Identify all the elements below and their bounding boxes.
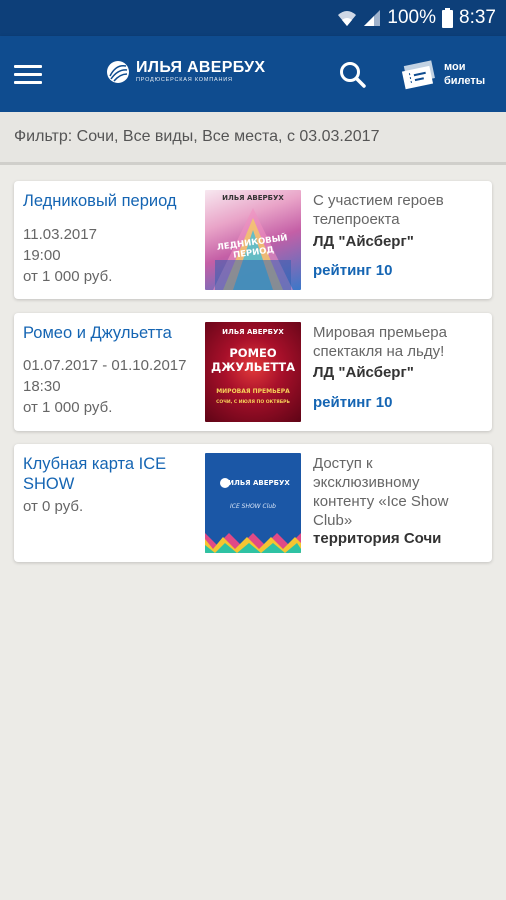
tickets-label-line1: мои xyxy=(444,61,466,74)
poster-brand: ИЛЬЯ АВЕРБУХ xyxy=(222,194,284,202)
wifi-icon xyxy=(337,9,357,27)
battery-icon xyxy=(442,8,454,28)
poster-brand: ИЛЬЯ АВЕРБУХ xyxy=(222,328,284,336)
poster-brand: ИЛЬЯ АВЕРБУХ xyxy=(228,479,290,487)
event-rating: рейтинг 10 xyxy=(313,394,393,411)
event-venue: ЛД "Айсберг" xyxy=(313,233,414,250)
my-tickets-button[interactable]: мои билеты xyxy=(400,52,496,98)
event-price: от 1 000 руб. xyxy=(23,399,113,416)
app-bar: ИЛЬЯ АВЕРБУХ ПРОДЮСЕРСКАЯ КОМПАНИЯ мои б… xyxy=(0,36,506,112)
event-poster-ice-age: ИЛЬЯ АВЕРБУХ ЛЕДНИКОВЫЙ ПЕРИОД xyxy=(205,190,301,290)
event-date: 01.07.2017 - 01.10.2017 xyxy=(23,357,187,374)
logo-name: ИЛЬЯ АВЕРБУХ xyxy=(136,59,266,77)
event-poster-romeo: ИЛЬЯ АВЕРБУХ РОМЕО ДЖУЛЬЕТТА МИРОВАЯ ПРЕ… xyxy=(205,322,301,422)
app-logo: ИЛЬЯ АВЕРБУХ ПРОДЮСЕРСКАЯ КОМПАНИЯ xyxy=(106,60,265,84)
clock: 8:37 xyxy=(459,7,496,28)
event-title: Клубная карта ICE SHOW xyxy=(23,455,167,493)
event-venue: ЛД "Айсберг" xyxy=(313,364,414,381)
poster-title: РОМЕО ДЖУЛЬЕТТА xyxy=(211,346,295,374)
signal-icon xyxy=(363,9,381,27)
event-time: 19:00 xyxy=(23,247,61,264)
filter-bar[interactable]: Фильтр: Сочи, Все виды, Все места, с 03.… xyxy=(0,112,506,165)
status-bar: 100% 8:37 xyxy=(0,0,506,36)
filter-text: Фильтр: Сочи, Все виды, Все места, с 03.… xyxy=(14,128,380,145)
menu-icon-bar xyxy=(14,64,42,68)
battery-level: 100% xyxy=(387,7,437,28)
event-poster-club: ИЛЬЯ АВЕРБУХ ICE SHOW Club xyxy=(205,453,301,553)
event-title: Ромео и Джульетта xyxy=(23,324,172,342)
event-description: С участием героев телепроекта xyxy=(313,192,444,228)
menu-icon-bar xyxy=(14,72,42,76)
logo-subtitle: ПРОДЮСЕРСКАЯ КОМПАНИЯ xyxy=(136,77,233,84)
menu-icon-bar xyxy=(14,80,42,84)
logo-icon xyxy=(107,61,129,83)
search-icon xyxy=(340,62,366,88)
poster-subcaption: СОЧИ, С ИЮЛЯ ПО ОКТЯБРЬ xyxy=(216,400,290,405)
poster-caption: МИРОВАЯ ПРЕМЬЕРА xyxy=(216,388,290,395)
tickets-icon xyxy=(401,60,435,90)
event-title: Ледниковый период xyxy=(23,192,177,210)
event-description: Доступ к эксклюзивному контенту «Ice Sho… xyxy=(313,455,449,529)
event-price: от 1 000 руб. xyxy=(23,268,113,285)
event-venue: территория Сочи xyxy=(313,530,442,547)
event-time: 18:30 xyxy=(23,378,61,395)
search-button[interactable] xyxy=(336,58,370,92)
event-date: 11.03.2017 xyxy=(23,226,97,243)
event-price: от 0 руб. xyxy=(23,498,84,515)
event-card-ice-age[interactable]: Ледниковый период 11.03.2017 19:00 от 1 … xyxy=(14,181,492,299)
menu-button[interactable] xyxy=(14,56,54,92)
event-card-romeo[interactable]: Ромео и Джульетта 01.07.2017 - 01.10.201… xyxy=(14,313,492,431)
event-rating: рейтинг 10 xyxy=(313,262,393,279)
tickets-label-line2: билеты xyxy=(444,75,486,87)
poster-caption: ICE SHOW Club xyxy=(229,503,276,510)
event-card-club-card[interactable]: Клубная карта ICE SHOW от 0 руб. ИЛЬЯ АВ… xyxy=(14,444,492,562)
event-description: Мировая премьера спектакля на льду! xyxy=(313,324,447,360)
